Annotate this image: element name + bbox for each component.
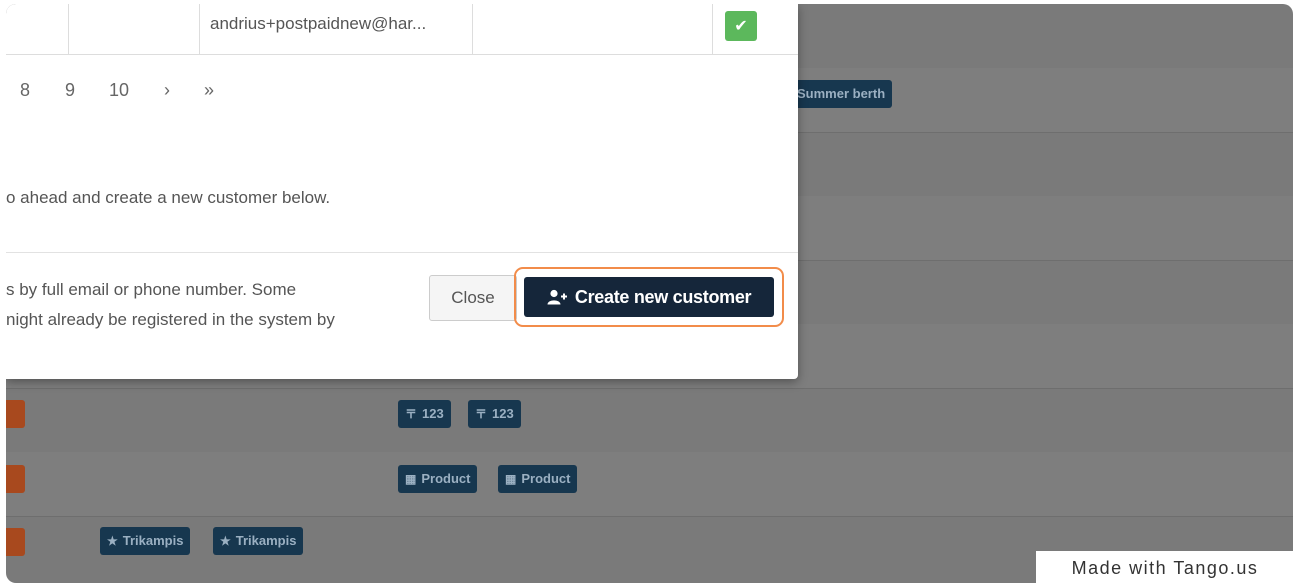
star-icon: ★ (220, 534, 231, 548)
modal-footer: s by full email or phone number. Some ni… (6, 252, 798, 380)
table-row: andrius+postpaidnew@har... ✔ (6, 4, 798, 55)
berth-icon: 〒 (475, 407, 488, 421)
product-icon: ▦ (505, 472, 517, 486)
page-9-link[interactable]: 9 (65, 80, 75, 101)
table-cell (472, 4, 713, 54)
info-message: o ahead and create a new customer below. (6, 188, 331, 207)
check-icon: ✔ (734, 16, 748, 35)
table-row: ▦ Product ▦ Product (6, 452, 1293, 517)
page-10-link[interactable]: 10 (109, 80, 129, 101)
create-button-label: Create new customer (574, 287, 752, 307)
page-8-link[interactable]: 8 (20, 80, 30, 101)
table-row: 〒 123 〒 123 (6, 388, 1293, 453)
last-page-link[interactable]: » (204, 80, 214, 101)
status-badge (6, 528, 25, 556)
tag-label: 123 (422, 406, 444, 421)
status-badge (6, 400, 25, 428)
customer-email: andrius+postpaidnew@har... (210, 14, 427, 33)
berth-tag[interactable]: 〒 123 (468, 400, 521, 428)
trikampis-tag[interactable]: ★ Trikampis (213, 527, 304, 555)
customer-search-modal: andrius+postpaidnew@har... ✔ 8 9 10 › » … (6, 4, 798, 379)
product-icon: ▦ (405, 472, 417, 486)
tag-label: Product (521, 471, 571, 486)
status-badge (6, 465, 25, 493)
tag-label: Product (421, 471, 471, 486)
select-customer-button[interactable]: ✔ (725, 11, 757, 41)
footer-help-line: s by full email or phone number. Some (6, 280, 297, 299)
create-button-highlight: Create new customer (514, 267, 784, 327)
summer-berth-tag[interactable]: Summer berth (790, 80, 893, 108)
berth-tag[interactable]: 〒 123 (398, 400, 451, 428)
close-button[interactable]: Close (429, 275, 517, 321)
create-new-customer-button[interactable]: Create new customer (524, 277, 774, 317)
next-page-link[interactable]: › (164, 80, 170, 101)
screenshot-frame: Summer berth 〒 123 〒 123 ▦ Product ▦ Product… (6, 4, 1293, 583)
table-cell (6, 4, 69, 54)
footer-help-line: night already be registered in the syste… (6, 310, 335, 329)
tag-label: Trikampis (122, 533, 184, 548)
footer-help-text: s by full email or phone number. Some ni… (6, 275, 386, 335)
berth-icon: 〒 (405, 407, 418, 421)
product-tag[interactable]: ▦ Product (398, 465, 478, 493)
star-icon: ★ (107, 534, 118, 548)
table-cell (68, 4, 200, 54)
trikampis-tag[interactable]: ★ Trikampis (100, 527, 191, 555)
tag-label: Trikampis (235, 533, 297, 548)
tango-watermark: Made with Tango.us (1036, 551, 1294, 585)
add-user-icon (547, 289, 571, 307)
tag-label: 123 (492, 406, 514, 421)
product-tag[interactable]: ▦ Product (498, 465, 578, 493)
